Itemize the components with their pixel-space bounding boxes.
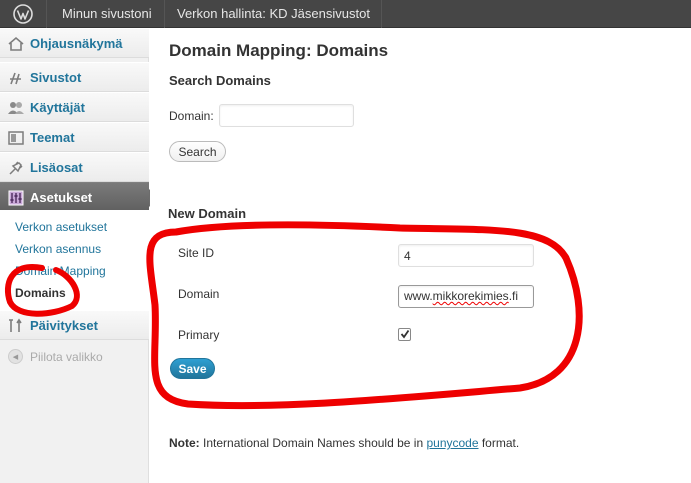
submenu-item-domain-mapping[interactable]: Domain Mapping [15,264,106,278]
settings-submenu: Verkon asetukset Verkon asennus Domain M… [0,210,149,312]
admin-sidebar: Ohjausnäkymä Sivustot Käyttäjät Teemat L… [0,28,158,483]
domain-label: Domain [178,287,220,301]
note-bold: Note: [169,436,200,450]
main-content: Domain Mapping: Domains Search Domains D… [150,28,691,483]
dashboard-icon [7,35,25,53]
new-domain-heading: New Domain [168,206,247,221]
themes-icon [7,129,25,147]
sidebar-item-updates[interactable]: Päivitykset [0,310,149,340]
search-domains-heading: Search Domains [169,73,271,88]
sidebar-item-settings[interactable]: Asetukset [0,182,158,212]
updates-icon [7,317,25,335]
primary-label: Primary [178,328,220,342]
sidebar-item-label: Lisäosat [30,160,83,175]
collapse-arrow-icon: ◀ [8,349,23,364]
sidebar-item-users[interactable]: Käyttäjät [0,92,149,122]
domain-input-suffix: .fi [508,289,519,303]
admin-bar-network-admin-link[interactable]: Verkon hallinta: KD Jäsensivustot [177,0,370,28]
domain-input-prefix: www. [404,289,433,303]
note-text-before: International Domain Names should be in [199,436,427,450]
checkmark-icon [400,326,410,344]
sidebar-item-label: Asetukset [30,190,93,205]
sidebar-item-label: Teemat [30,130,75,145]
save-button[interactable]: Save [170,358,215,379]
sidebar-item-dashboard[interactable]: Ohjausnäkymä [0,28,149,58]
admin-bar-separator [46,0,47,28]
admin-bar-separator [381,0,382,28]
sites-icon [7,69,25,87]
sidebar-item-sites[interactable]: Sivustot [0,62,149,92]
note-text-after: format. [478,436,520,450]
sidebar-item-label: Päivitykset [30,318,98,333]
site-id-input[interactable] [398,244,534,267]
submenu-item-domains[interactable]: Domains [15,286,66,300]
plugins-icon [7,159,25,177]
search-button[interactable]: Search [169,141,226,162]
sidebar-item-label: Ohjausnäkymä [30,36,123,51]
submenu-item-network-settings[interactable]: Verkon asetukset [15,220,107,234]
sidebar-item-label: Sivustot [30,70,82,85]
admin-bar-site-link[interactable]: Minun sivustoni [62,0,152,28]
users-icon [7,99,25,117]
punycode-note: Note: International Domain Names should … [169,436,519,450]
submenu-item-network-setup[interactable]: Verkon asennus [15,242,101,256]
collapse-menu-label: Piilota valikko [30,349,103,364]
domain-input[interactable]: www.mikkorekimies.fi [398,285,534,308]
punycode-link[interactable]: punycode [426,436,478,450]
primary-checkbox[interactable] [398,328,411,341]
sidebar-item-plugins[interactable]: Lisäosat [0,152,149,182]
admin-bar: Minun sivustoni Verkon hallinta: KD Jäse… [0,0,691,28]
domain-input-word: mikkorekimies [432,289,509,303]
search-domain-input[interactable] [219,104,354,127]
admin-bar-separator [164,0,165,28]
collapse-menu-button[interactable]: ◀ Piilota valikko [8,349,103,364]
sidebar-item-themes[interactable]: Teemat [0,122,149,152]
site-id-label: Site ID [178,246,215,260]
sidebar-item-label: Käyttäjät [30,100,85,115]
page-title: Domain Mapping: Domains [169,41,389,60]
settings-icon [7,189,25,207]
search-domain-label: Domain: [169,109,214,123]
wordpress-logo-icon[interactable] [8,3,38,25]
